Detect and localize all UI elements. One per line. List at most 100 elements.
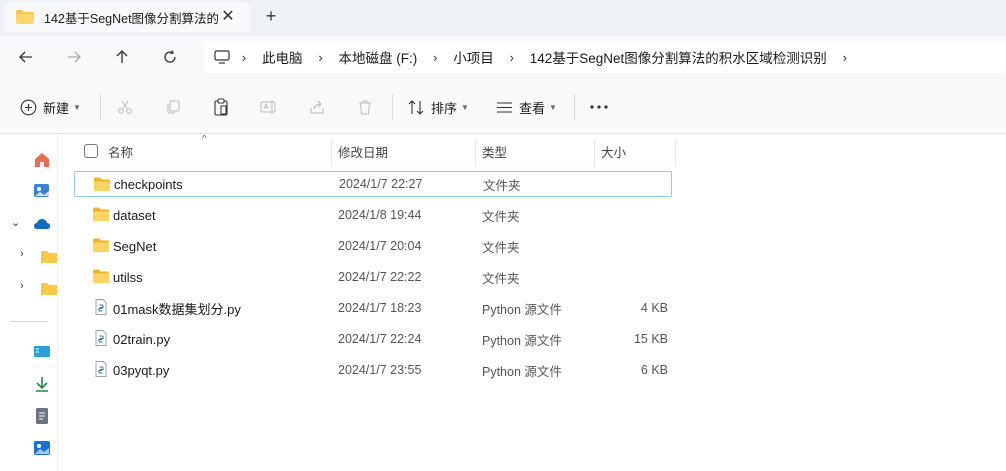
folder-icon bbox=[94, 177, 110, 191]
divider bbox=[392, 94, 393, 120]
column-header-row: ^ 名称 修改日期 类型 大小 bbox=[74, 134, 676, 166]
chevron-right-icon[interactable]: › bbox=[20, 248, 24, 260]
documents-icon[interactable] bbox=[33, 407, 51, 425]
file-date: 2024/1/8 19:44 bbox=[338, 208, 422, 222]
more-icon bbox=[590, 105, 608, 109]
home-icon[interactable] bbox=[33, 151, 51, 169]
folder-icon[interactable] bbox=[40, 280, 58, 298]
cloud-icon[interactable] bbox=[33, 215, 51, 233]
chevron-down-icon: ▼ bbox=[73, 102, 81, 112]
divider bbox=[100, 94, 101, 120]
file-date: 2024/1/7 22:22 bbox=[338, 270, 422, 284]
file-type: Python 源文件 bbox=[482, 364, 562, 379]
breadcrumb-folder[interactable]: 小项目 bbox=[449, 47, 498, 67]
view-button-label: 查看 bbox=[519, 100, 546, 116]
sort-button-label: 排序 bbox=[431, 100, 458, 116]
python-file-icon bbox=[95, 330, 107, 346]
file-type: 文件夹 bbox=[482, 209, 520, 224]
copy-button[interactable] bbox=[162, 96, 184, 118]
tab-title: 142基于SegNet图像分割算法的 bbox=[44, 11, 219, 26]
address-bar[interactable]: › 此电脑 › 本地磁盘 (F:) › 小项目 › 142基于SegNet图像分… bbox=[204, 41, 1006, 73]
python-file-icon bbox=[95, 361, 107, 377]
file-size: 15 KB bbox=[633, 332, 668, 346]
python-file-icon bbox=[95, 299, 107, 315]
file-row[interactable]: checkpoints 2024/1/7 22:27 文件夹 bbox=[74, 171, 672, 197]
file-name: 03pyqt.py bbox=[113, 362, 170, 378]
command-bar: 新建 ▼ 排序 ▼ 查看 ▼ bbox=[0, 78, 1006, 134]
file-row[interactable]: 01mask数据集划分.py 2024/1/7 18:23 Python 源文件… bbox=[74, 295, 672, 321]
file-name: checkpoints bbox=[114, 176, 183, 192]
divider bbox=[574, 94, 575, 120]
folder-icon[interactable] bbox=[40, 248, 58, 266]
delete-button[interactable] bbox=[354, 96, 376, 118]
share-button[interactable] bbox=[306, 96, 328, 118]
folder-icon bbox=[16, 10, 34, 24]
file-date: 2024/1/7 20:04 bbox=[338, 239, 422, 253]
paste-button[interactable] bbox=[210, 96, 232, 118]
file-row[interactable]: SegNet 2024/1/7 20:04 文件夹 bbox=[74, 233, 672, 259]
divider bbox=[10, 321, 48, 322]
monitor-icon bbox=[214, 50, 230, 64]
share-icon bbox=[310, 100, 324, 114]
folder-icon bbox=[93, 238, 109, 252]
file-type: 文件夹 bbox=[483, 178, 521, 193]
column-header-date[interactable]: 修改日期 bbox=[332, 136, 475, 166]
clipboard-icon bbox=[214, 98, 228, 116]
file-name: dataset bbox=[113, 207, 156, 223]
arrow-left-icon bbox=[19, 51, 32, 63]
sort-icon bbox=[408, 99, 424, 115]
chevron-down-icon: ▼ bbox=[549, 102, 557, 112]
chevron-right-icon[interactable]: › bbox=[307, 50, 335, 65]
view-list-icon bbox=[497, 101, 512, 113]
refresh-icon bbox=[164, 50, 176, 63]
select-all-checkbox[interactable] bbox=[84, 144, 98, 158]
file-row[interactable]: utilss 2024/1/7 22:22 文件夹 bbox=[74, 264, 672, 290]
chevron-right-icon[interactable]: › bbox=[20, 280, 24, 292]
desktop-icon[interactable] bbox=[33, 343, 51, 361]
file-size: 6 KB bbox=[640, 363, 668, 377]
pictures-icon[interactable] bbox=[33, 439, 51, 457]
forward-button[interactable] bbox=[62, 45, 86, 69]
file-type: 文件夹 bbox=[482, 271, 520, 286]
new-tab-button[interactable]: + bbox=[260, 5, 282, 27]
file-name: 02train.py bbox=[113, 331, 171, 347]
chevron-right-icon[interactable]: › bbox=[421, 50, 449, 65]
view-button[interactable]: 查看 ▼ bbox=[496, 94, 557, 120]
more-options-button[interactable] bbox=[588, 96, 610, 118]
breadcrumb-drive[interactable]: 本地磁盘 (F:) bbox=[335, 47, 422, 67]
file-row[interactable]: dataset 2024/1/8 19:44 文件夹 bbox=[74, 202, 672, 228]
arrow-up-icon bbox=[116, 50, 128, 63]
column-separator[interactable] bbox=[675, 140, 676, 166]
title-tab-bar: 142基于SegNet图像分割算法的 ✕ + bbox=[0, 0, 1006, 36]
breadcrumb-current[interactable]: 142基于SegNet图像分割算法的积水区域检测识别 bbox=[526, 47, 831, 67]
chevron-right-icon[interactable]: › bbox=[831, 50, 859, 65]
chevron-right-icon[interactable]: › bbox=[230, 50, 258, 65]
chevron-right-icon[interactable]: › bbox=[498, 50, 526, 65]
back-button[interactable] bbox=[14, 45, 38, 69]
column-header-type[interactable]: 类型 bbox=[476, 136, 594, 166]
column-header-name[interactable]: 名称 bbox=[102, 136, 330, 166]
chevron-down-icon[interactable]: ⌄ bbox=[11, 216, 20, 229]
file-name: utilss bbox=[113, 269, 143, 285]
sort-button[interactable]: 排序 ▼ bbox=[408, 94, 469, 120]
new-button[interactable]: 新建 ▼ bbox=[20, 94, 81, 120]
up-button[interactable] bbox=[110, 45, 134, 69]
breadcrumb-this-pc[interactable]: 此电脑 bbox=[258, 47, 307, 67]
file-date: 2024/1/7 22:24 bbox=[338, 332, 422, 346]
file-size: 4 KB bbox=[640, 301, 668, 315]
close-icon[interactable]: ✕ bbox=[218, 6, 238, 26]
column-header-size[interactable]: 大小 bbox=[595, 136, 675, 166]
arrow-right-icon bbox=[68, 51, 81, 63]
file-row[interactable]: 03pyqt.py 2024/1/7 23:55 Python 源文件 6 KB bbox=[74, 357, 672, 383]
window-tab[interactable]: 142基于SegNet图像分割算法的 ✕ bbox=[4, 2, 250, 32]
file-row[interactable]: 02train.py 2024/1/7 22:24 Python 源文件 15 … bbox=[74, 326, 672, 352]
rename-button[interactable] bbox=[258, 96, 280, 118]
refresh-button[interactable] bbox=[158, 45, 182, 69]
cut-button[interactable] bbox=[114, 96, 136, 118]
gallery-icon[interactable] bbox=[33, 182, 51, 200]
plus-circle-icon bbox=[20, 99, 37, 115]
folder-icon bbox=[93, 269, 109, 283]
download-icon[interactable] bbox=[33, 375, 51, 393]
file-type: Python 源文件 bbox=[482, 302, 562, 317]
file-date: 2024/1/7 23:55 bbox=[338, 363, 422, 377]
